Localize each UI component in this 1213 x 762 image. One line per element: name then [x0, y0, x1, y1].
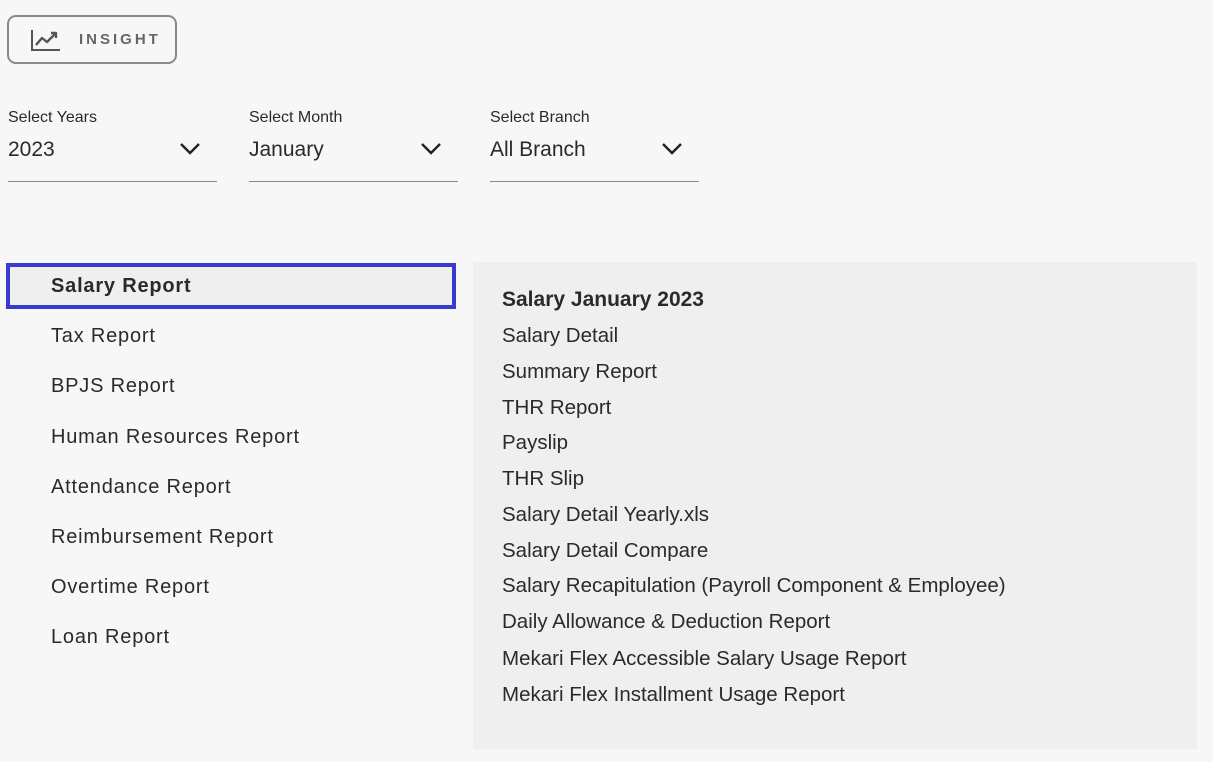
- insight-label: INSIGHT: [79, 31, 161, 48]
- chevron-down-icon: [180, 143, 200, 155]
- chevron-down-icon: [421, 143, 441, 155]
- select-branch-label: Select Branch: [490, 109, 590, 126]
- select-branch-dropdown[interactable]: Select Branch All Branch: [490, 108, 699, 182]
- select-years-dropdown[interactable]: Select Years 2023: [8, 108, 217, 182]
- report-link-thr-slip[interactable]: THR Slip: [502, 467, 584, 491]
- menu-item-reimbursement-report[interactable]: Reimbursement Report: [6, 514, 456, 560]
- report-link-salary-recapitulation[interactable]: Salary Recapitulation (Payroll Component…: [502, 574, 1006, 598]
- report-link-salary-detail-yearly[interactable]: Salary Detail Yearly.xls: [502, 503, 709, 527]
- select-years-label: Select Years: [8, 109, 97, 126]
- select-month-dropdown[interactable]: Select Month January: [249, 108, 458, 182]
- reports-page: INSIGHT Select Years 2023 Select Month J…: [0, 0, 1213, 762]
- select-month-value: January: [249, 138, 324, 161]
- menu-item-human-resources-report[interactable]: Human Resources Report: [6, 414, 456, 460]
- insight-button[interactable]: INSIGHT: [7, 15, 177, 64]
- report-link-daily-allowance-deduction[interactable]: Daily Allowance & Deduction Report: [502, 610, 830, 634]
- report-link-salary-detail-compare[interactable]: Salary Detail Compare: [502, 539, 708, 563]
- salary-report-panel: Salary January 2023 Salary Detail Summar…: [473, 262, 1197, 749]
- chevron-down-icon: [662, 143, 682, 155]
- select-branch-value: All Branch: [490, 138, 586, 161]
- menu-item-bpjs-report[interactable]: BPJS Report: [6, 363, 456, 409]
- report-link-flex-accessible-salary-usage[interactable]: Mekari Flex Accessible Salary Usage Repo…: [502, 647, 906, 671]
- report-link-thr-report[interactable]: THR Report: [502, 396, 611, 420]
- menu-item-attendance-report[interactable]: Attendance Report: [6, 464, 456, 510]
- menu-item-overtime-report[interactable]: Overtime Report: [6, 564, 456, 610]
- select-years-value: 2023: [8, 138, 55, 161]
- report-link-summary-report[interactable]: Summary Report: [502, 360, 657, 384]
- trending-up-icon: [29, 27, 63, 53]
- menu-item-tax-report[interactable]: Tax Report: [6, 313, 456, 359]
- select-month-label: Select Month: [249, 109, 343, 126]
- report-link-salary-detail[interactable]: Salary Detail: [502, 324, 618, 348]
- panel-title: Salary January 2023: [502, 288, 704, 311]
- menu-item-salary-report[interactable]: Salary Report: [6, 263, 456, 309]
- menu-item-loan-report[interactable]: Loan Report: [6, 614, 456, 660]
- report-link-flex-installment-usage[interactable]: Mekari Flex Installment Usage Report: [502, 683, 845, 707]
- report-link-payslip[interactable]: Payslip: [502, 431, 568, 455]
